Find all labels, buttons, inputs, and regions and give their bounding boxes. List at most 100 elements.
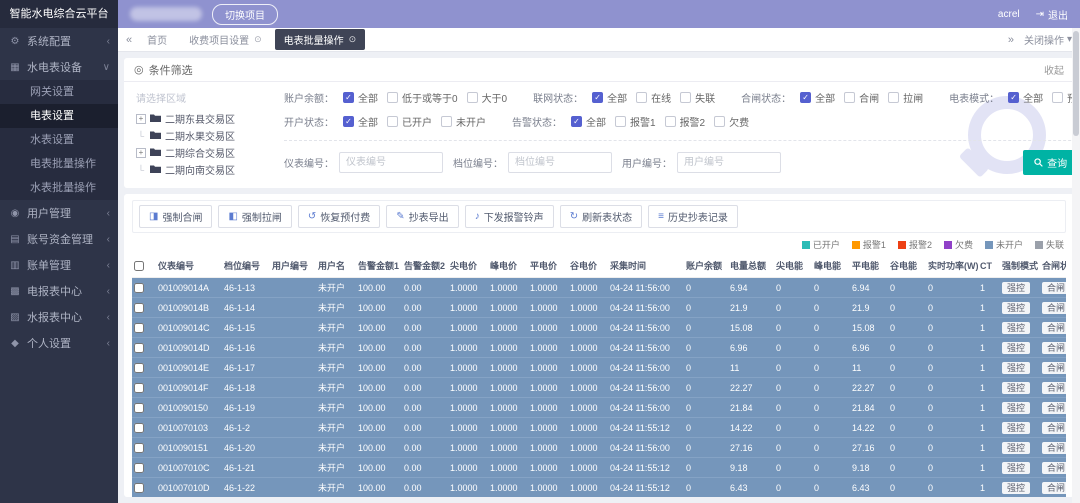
tab-收费项目设置[interactable]: 收费项目设置 ⊙	[180, 29, 271, 50]
sidebar-subitem-电表批量操作[interactable]: 电表批量操作	[0, 152, 118, 176]
checkbox-icon[interactable]	[441, 116, 452, 127]
force-close-gate-button[interactable]: ◨ 强制合闸	[139, 205, 213, 228]
tab-close-icon[interactable]: ⊙	[254, 34, 262, 45]
query-button[interactable]: 查询	[1023, 150, 1074, 175]
checkbox-icon[interactable]	[387, 116, 398, 127]
window-scrollbar[interactable]	[1072, 28, 1080, 503]
filter-option-失联[interactable]: 失联	[680, 90, 715, 105]
checkbox-icon[interactable]	[664, 116, 676, 127]
tree-expander-icon[interactable]: +	[136, 113, 146, 124]
table-row[interactable]: 001009014B 46-1-14 未开户 100.00 0.00 1.0000 1.00…	[132, 297, 1066, 318]
table-row[interactable]: 001007010D 46-1-22 未开户 100.00 0.00 1.0000 1.00…	[132, 477, 1066, 497]
restore-prepaid-button[interactable]: ↺ 恢复预付费	[297, 205, 381, 228]
checkbox-icon[interactable]	[636, 92, 648, 103]
filter-option-报警1[interactable]: 报警1	[615, 114, 656, 129]
checkbox-icon[interactable]	[466, 92, 478, 103]
filter-option-低于或等于0[interactable]: 低于或等于0	[387, 90, 458, 105]
table-row[interactable]: 0010070103 46-1-2 未开户 100.00 0.00 1.0000 1.000…	[132, 417, 1066, 438]
checkbox-icon[interactable]	[387, 92, 398, 103]
filter-option-全部[interactable]: ✓ 全部	[592, 90, 627, 105]
sidebar-item-账单管理[interactable]: ▥ 账单管理 ‹	[0, 252, 118, 278]
history-reading-button[interactable]: ≡ 历史抄表记录	[648, 205, 738, 228]
tab-首页[interactable]: 首页	[138, 29, 176, 50]
checkbox-icon[interactable]	[615, 116, 626, 127]
tree-node-二期向南交易区[interactable]: └ 二期向南交易区	[136, 161, 264, 178]
select-all-checkbox[interactable]	[134, 260, 144, 271]
table-row[interactable]: 001009014F 46-1-18 未开户 100.00 0.00 1.0000 1.00…	[132, 377, 1066, 398]
filter-option-全部[interactable]: ✓ 全部	[1008, 90, 1043, 105]
sidebar-item-个人设置[interactable]: ◆ 个人设置 ‹	[0, 330, 118, 356]
row-checkbox[interactable]	[134, 422, 144, 433]
row-checkbox[interactable]	[134, 442, 144, 453]
table-row[interactable]: 001009014E 46-1-17 未开户 100.00 0.00 1.0000 1.00…	[132, 357, 1066, 378]
collapse-filter-button[interactable]: 收起	[1044, 62, 1064, 77]
row-checkbox[interactable]	[134, 402, 144, 413]
checkbox-icon[interactable]: ✓	[1008, 92, 1020, 103]
filter-option-大于0[interactable]: 大于0	[466, 90, 507, 105]
row-checkbox[interactable]	[134, 362, 144, 373]
checkbox-icon[interactable]: ✓	[592, 92, 604, 103]
checkbox-icon[interactable]	[888, 92, 900, 103]
username[interactable]: acrel	[998, 9, 1020, 20]
table-row[interactable]: 001007010C 46-1-21 未开户 100.00 0.00 1.0000 1.00…	[132, 457, 1066, 478]
filter-option-全部[interactable]: ✓ 全部	[343, 114, 378, 129]
filter-option-全部[interactable]: ✓ 全部	[571, 114, 606, 129]
tab-电表批量操作[interactable]: 电表批量操作 ⊙	[274, 29, 366, 50]
sidebar-subitem-网关设置[interactable]: 网关设置	[0, 80, 118, 104]
search-input-用户编号[interactable]	[677, 152, 781, 173]
filter-option-报警2[interactable]: 报警2	[664, 114, 705, 129]
force-open-gate-button[interactable]: ◧ 强制拉闸	[218, 205, 292, 228]
sidebar-subitem-水表设置[interactable]: 水表设置	[0, 128, 118, 152]
table-row[interactable]: 001009014C 46-1-15 未开户 100.00 0.00 1.0000 1.00…	[132, 317, 1066, 338]
filter-option-合闸[interactable]: 合闸	[844, 90, 879, 105]
filter-option-已开户[interactable]: 已开户	[387, 114, 432, 129]
send-alarm-ring-button[interactable]: ♪ 下发报警铃声	[464, 205, 554, 228]
filter-option-拉闸[interactable]: 拉闸	[888, 90, 923, 105]
row-checkbox[interactable]	[134, 462, 144, 473]
row-checkbox[interactable]	[134, 322, 144, 333]
row-checkbox[interactable]	[134, 382, 144, 393]
table-row[interactable]: 001009014A 46-1-13 未开户 100.00 0.00 1.0000 1.00…	[132, 277, 1066, 298]
logout-button[interactable]: ⇥ 退出	[1036, 7, 1068, 22]
refresh-meter-status-button[interactable]: ↻ 刷新表状态	[559, 205, 643, 228]
meter-reading-export-button[interactable]: ✎ 抄表导出	[386, 205, 459, 228]
filter-option-在线[interactable]: 在线	[636, 90, 671, 105]
filter-option-预付费模式[interactable]: 预付费模式	[1052, 90, 1074, 105]
sidebar-item-系统配置[interactable]: ⚙ 系统配置 ‹	[0, 28, 118, 54]
tree-expander-icon[interactable]: +	[136, 147, 146, 158]
search-input-档位编号[interactable]	[508, 152, 612, 173]
row-checkbox[interactable]	[134, 282, 144, 293]
filter-option-全部[interactable]: ✓ 全部	[343, 90, 378, 105]
switch-project-button[interactable]: 切换项目	[212, 3, 278, 25]
sidebar-item-电报表中心[interactable]: ▩ 电报表中心 ‹	[0, 278, 118, 304]
sidebar-subitem-水表批量操作[interactable]: 水表批量操作	[0, 176, 118, 200]
search-input-仪表编号[interactable]	[339, 152, 443, 173]
checkbox-icon[interactable]	[844, 92, 856, 103]
checkbox-icon[interactable]	[680, 92, 692, 103]
checkbox-icon[interactable]: ✓	[343, 116, 354, 127]
sidebar-item-水报表中心[interactable]: ▨ 水报表中心 ‹	[0, 304, 118, 330]
checkbox-icon[interactable]: ✓	[571, 116, 582, 127]
tabs-scroll-left-icon[interactable]: «	[126, 34, 132, 46]
tree-node-二期水果交易区[interactable]: └ 二期水果交易区	[136, 127, 264, 144]
tree-node-二期东县交易区[interactable]: + 二期东县交易区	[136, 110, 264, 127]
filter-option-欠费[interactable]: 欠费	[714, 114, 749, 129]
scrollbar-thumb[interactable]	[1073, 31, 1079, 136]
row-checkbox[interactable]	[134, 302, 144, 313]
checkbox-icon[interactable]: ✓	[343, 92, 354, 103]
sidebar-item-用户管理[interactable]: ◉ 用户管理 ‹	[0, 200, 118, 226]
table-row[interactable]: 001009014D 46-1-16 未开户 100.00 0.00 1.0000 1.00…	[132, 337, 1066, 358]
filter-option-全部[interactable]: ✓ 全部	[800, 90, 835, 105]
close-operations-dropdown[interactable]: 关闭操作 ▾	[1024, 32, 1072, 47]
row-checkbox[interactable]	[134, 482, 144, 493]
checkbox-icon[interactable]	[714, 116, 726, 127]
tabs-scroll-right-icon[interactable]: »	[1008, 34, 1014, 46]
checkbox-icon[interactable]	[1052, 92, 1064, 103]
checkbox-icon[interactable]: ✓	[800, 92, 812, 103]
sidebar-item-水电表设备[interactable]: ▦ 水电表设备 ∨	[0, 54, 118, 80]
row-checkbox[interactable]	[134, 342, 144, 353]
table-row[interactable]: 0010090151 46-1-20 未开户 100.00 0.00 1.0000 1.00…	[132, 437, 1066, 458]
filter-option-未开户[interactable]: 未开户	[441, 114, 486, 129]
sidebar-subitem-电表设置[interactable]: 电表设置	[0, 104, 118, 128]
sidebar-item-账号资金管理[interactable]: ▤ 账号资金管理 ‹	[0, 226, 118, 252]
